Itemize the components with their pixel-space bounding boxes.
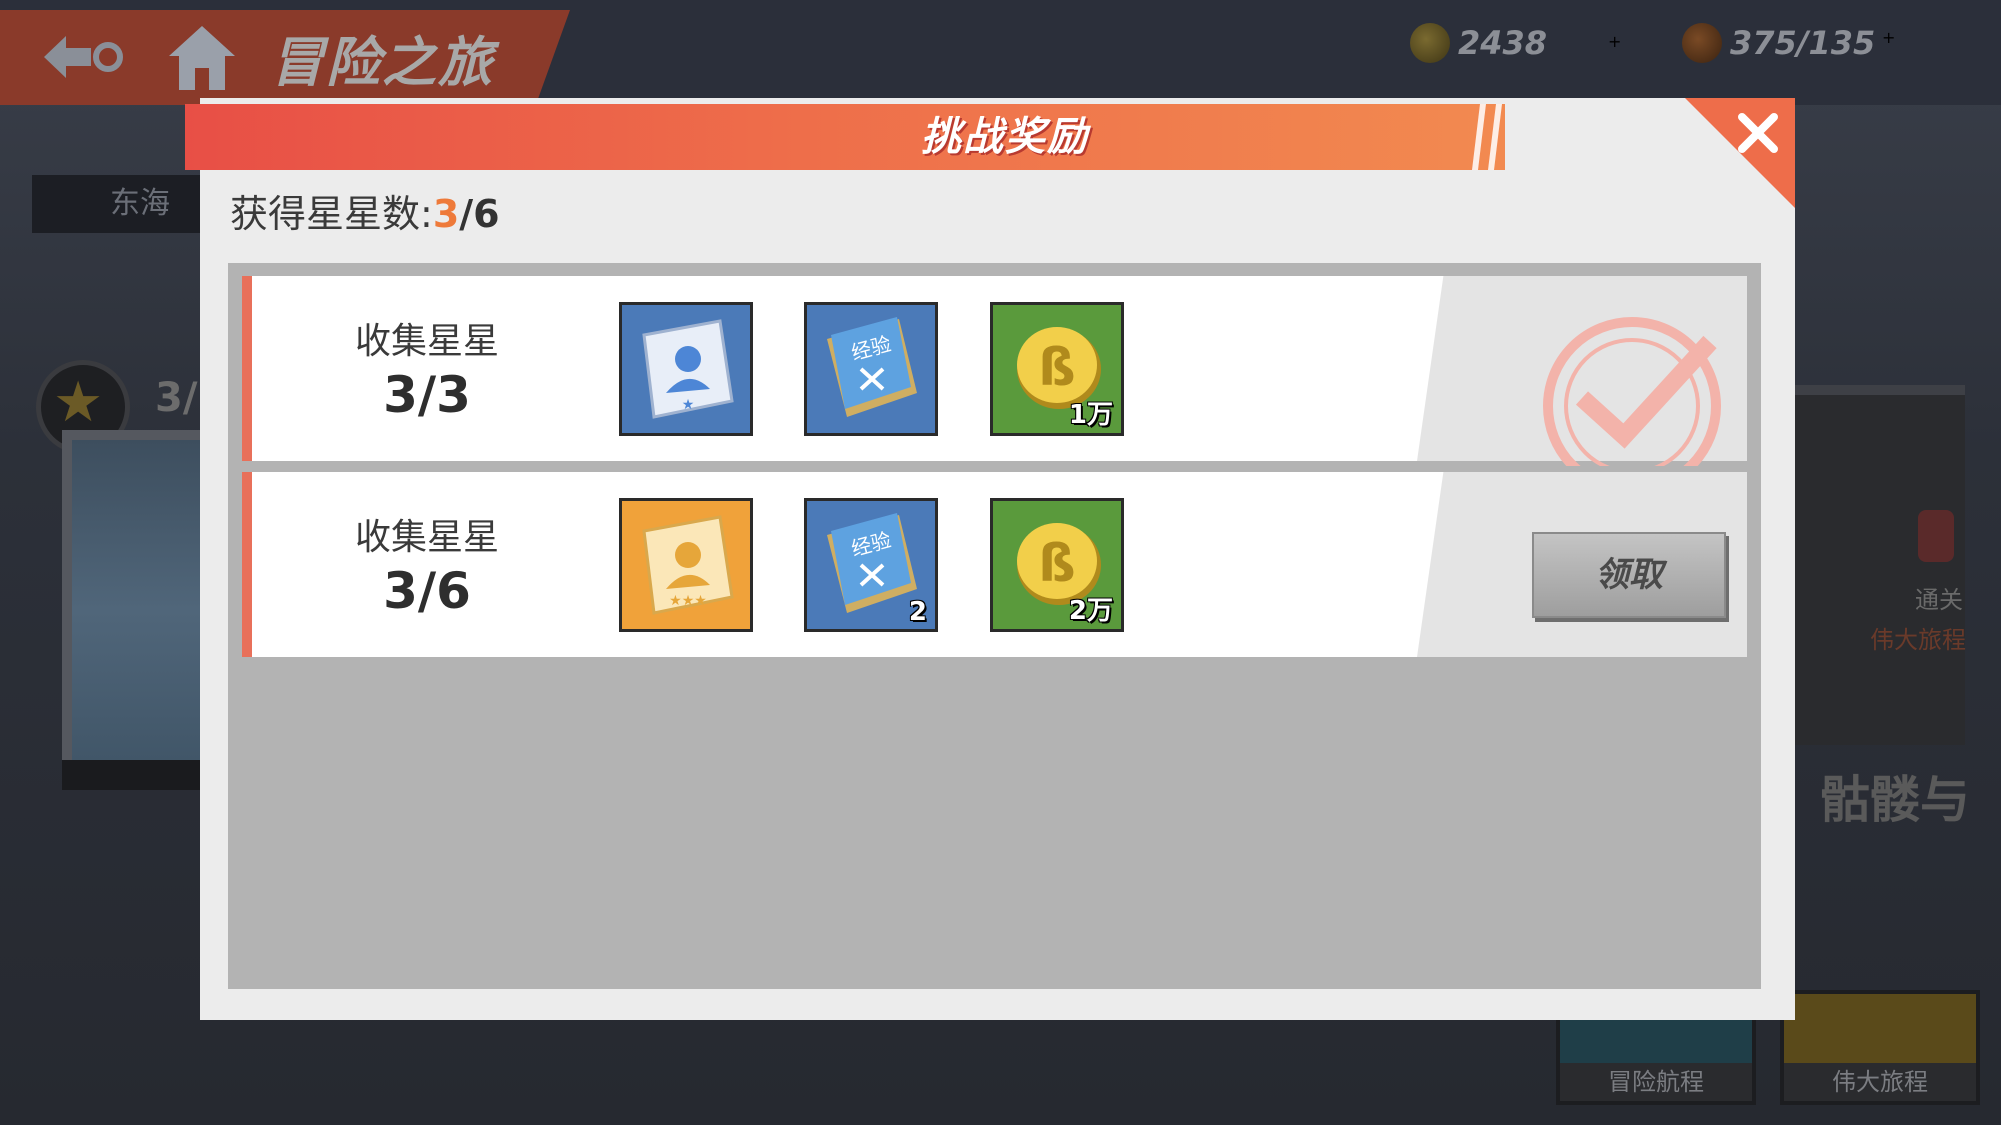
tab-great-journey[interactable]: 伟大旅程 [1780, 990, 1980, 1105]
reward-item[interactable]: 经验 2 [804, 498, 938, 632]
reward-item[interactable]: ß 1万 [990, 302, 1124, 436]
page-title: 冒险之旅 [270, 31, 494, 94]
lock-icon [1918, 510, 1954, 562]
claimed-check-icon [1543, 317, 1721, 466]
reward-item[interactable]: ★ [619, 302, 753, 436]
row-progress: 3/6 [383, 562, 471, 620]
svg-text:ß: ß [1038, 338, 1075, 398]
chapter-card-left[interactable] [62, 430, 222, 790]
reward-item[interactable]: 经验 [804, 302, 938, 436]
claim-button[interactable]: 领取 [1532, 532, 1726, 618]
svg-text:★★★: ★★★ [669, 593, 707, 609]
silver-ticket-icon: ★ [642, 319, 734, 419]
devil-fruit-icon [1410, 23, 1450, 63]
reward-row: 收集星星 3/3 ★ 经验 ß 1万 [242, 276, 1747, 466]
reward-item[interactable]: ★★★ [619, 498, 753, 632]
film-strip [62, 760, 202, 790]
locked-hint-sub: 伟大旅程 [1870, 626, 1966, 654]
svg-text:ß: ß [1038, 534, 1075, 594]
reward-row: 收集星星 3/6 ★★★ 经验 2 ß 2万 领取 [242, 472, 1747, 657]
row-progress: 3/3 [383, 366, 471, 424]
close-icon[interactable] [1728, 103, 1788, 163]
add-fruit-button[interactable]: + [1608, 16, 1621, 66]
chapter-title-right: 骷髅与 [1820, 771, 1970, 829]
locked-hint: 通关 [1915, 586, 1963, 614]
star-total: /6 [459, 192, 500, 236]
svg-text:★: ★ [682, 397, 695, 413]
star-icon: ★ [53, 370, 104, 435]
home-icon[interactable] [165, 20, 240, 95]
reward-item[interactable]: ß 2万 [990, 498, 1124, 632]
row-accent [242, 472, 252, 657]
chapter-card-right[interactable] [1795, 385, 1965, 745]
add-meat-button[interactable]: + [1882, 12, 1895, 62]
row-title: 收集星星 [354, 321, 499, 362]
dialog-title: 挑战奖励 [921, 114, 1089, 160]
row-accent [242, 276, 252, 461]
star-summary: 获得星星数:3/6 [230, 183, 500, 238]
gold-ticket-icon: ★★★ [642, 515, 734, 615]
row-title: 收集星星 [354, 517, 499, 558]
meat-icon [1682, 23, 1722, 63]
star-summary-label: 获得星星数: [230, 192, 433, 236]
star-current: 3 [432, 192, 460, 236]
back-anchor-icon[interactable] [36, 22, 126, 92]
fruit-resource: 2438 [1410, 18, 1547, 68]
exp-book-icon: 经验 [827, 317, 917, 417]
meat-resource: 375/135 [1682, 18, 1875, 68]
